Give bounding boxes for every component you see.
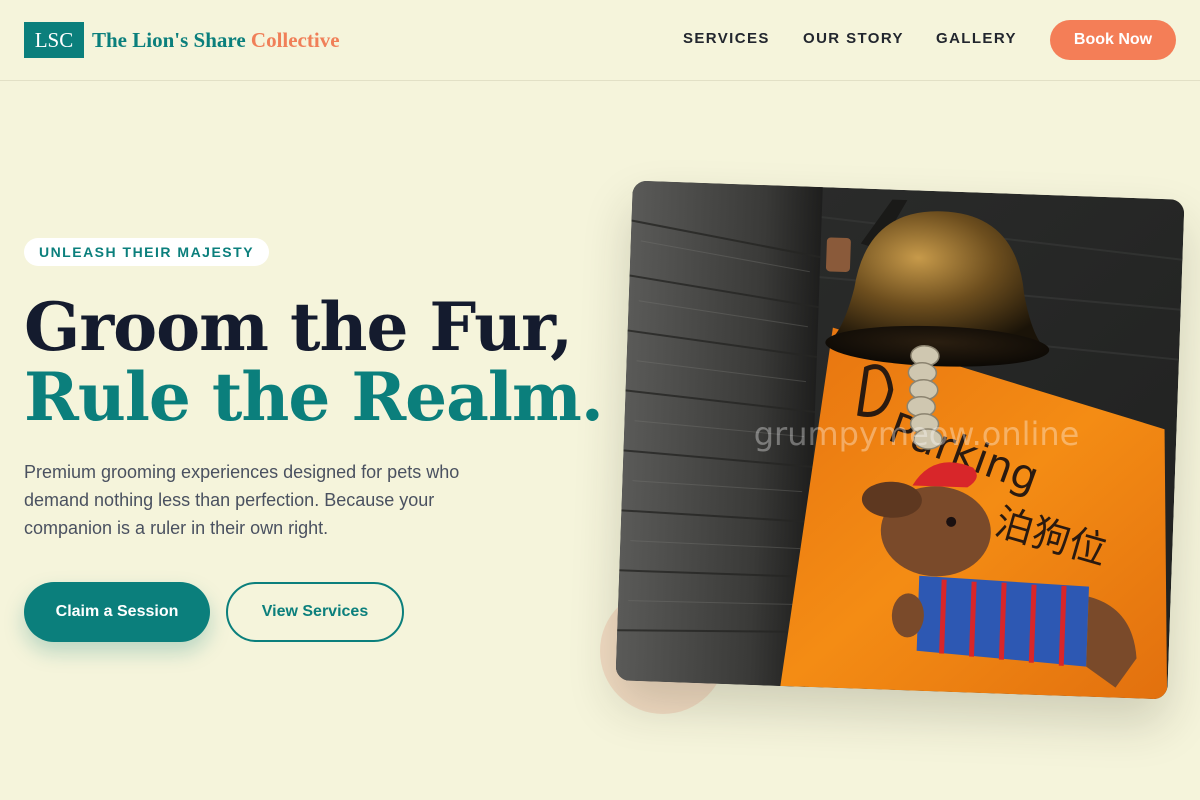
brand-name-accent: Collective: [250, 28, 340, 52]
claim-session-button[interactable]: Claim a Session: [24, 582, 210, 642]
brand-name-primary: The Lion's Share: [92, 28, 246, 52]
nav-services[interactable]: SERVICES: [683, 30, 770, 48]
nav-gallery[interactable]: GALLERY: [936, 30, 1017, 48]
hero-headline-line-2: Rule the Realm.: [24, 358, 604, 436]
hero-headline-line-1: Groom the Fur,: [24, 288, 573, 366]
site-header: LSC The Lion's Share Collective SERVICES…: [0, 0, 1200, 81]
book-now-button[interactable]: Book Now: [1050, 20, 1176, 60]
brand-name[interactable]: The Lion's Share Collective: [92, 28, 340, 52]
hero-headline: Groom the Fur, Rule the Realm.: [24, 288, 604, 436]
view-services-button[interactable]: View Services: [226, 582, 404, 642]
nav-our-story[interactable]: OUR STORY: [803, 30, 904, 48]
hero-photo: Parking 泊狗位 grumpymeow.online: [615, 180, 1185, 700]
hero-description: Premium grooming experiences designed fo…: [24, 462, 460, 538]
image-watermark: grumpymeow.online: [754, 415, 1080, 453]
logo-mark[interactable]: LSC: [24, 22, 84, 58]
hero-eyebrow-badge: UNLEASH THEIR MAJESTY: [24, 238, 269, 266]
hero-image-dog-parking-sign: Parking 泊狗位 grumpymeow.online: [615, 180, 1185, 700]
